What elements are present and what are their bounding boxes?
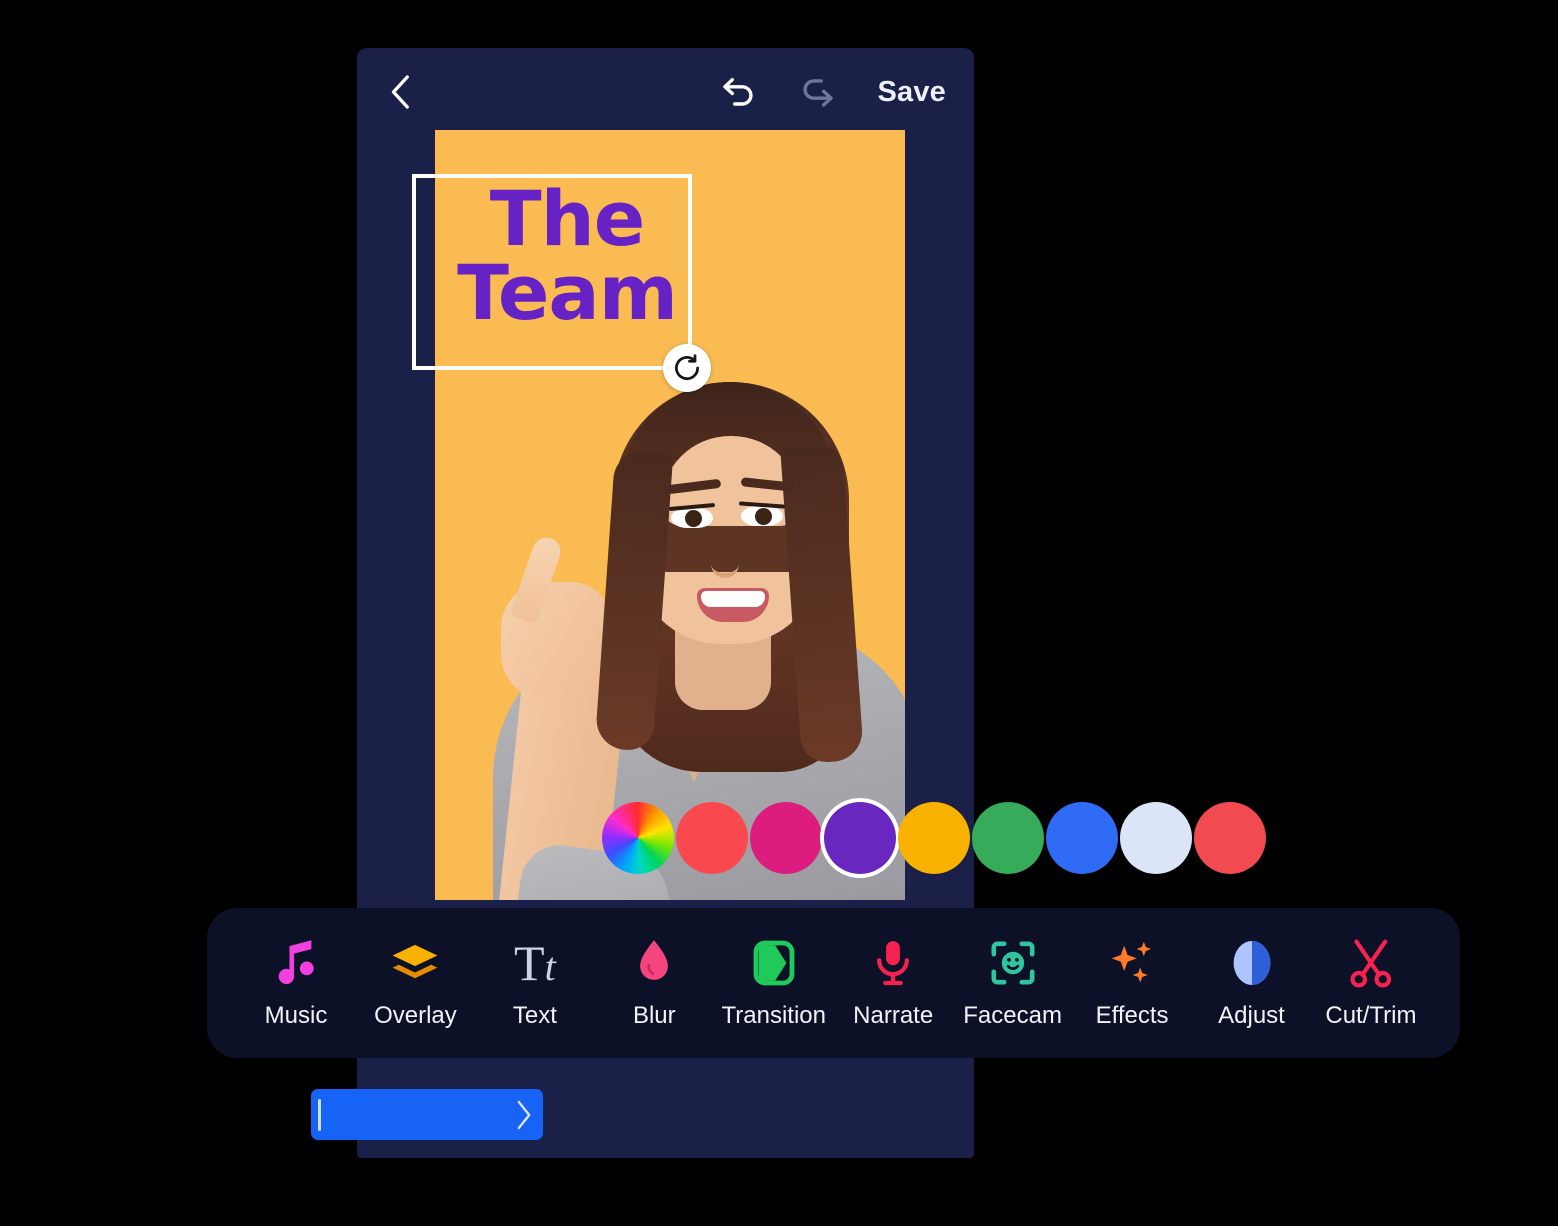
mouth-shape [697, 588, 769, 622]
redo-icon[interactable] [793, 69, 839, 115]
pupil-left-shape [685, 510, 702, 527]
swatch-amber[interactable] [898, 802, 970, 874]
swatch-magenta[interactable] [750, 802, 822, 874]
color-swatch-strip [602, 802, 1266, 874]
tool-label: Overlay [374, 1002, 457, 1029]
undo-icon[interactable] [717, 69, 763, 115]
layers-icon [388, 936, 442, 990]
tool-transition[interactable]: Transition [715, 923, 833, 1043]
tool-facecam[interactable]: Facecam [954, 923, 1072, 1043]
overlay-text[interactable]: The Team [452, 180, 682, 331]
swatch-blue[interactable] [1046, 802, 1118, 874]
music-note-icon [272, 936, 320, 990]
chevron-left-icon[interactable] [379, 70, 423, 114]
tool-label: Cut/Trim [1325, 1002, 1417, 1029]
scissors-icon [1348, 936, 1394, 990]
top-bar-actions: Save [717, 66, 952, 118]
swatch-red[interactable] [1194, 802, 1266, 874]
swatch-coral-red[interactable] [676, 802, 748, 874]
rotate-icon[interactable] [663, 344, 711, 392]
tool-label: Adjust [1218, 1002, 1285, 1029]
droplet-icon [634, 936, 674, 990]
tool-effects[interactable]: Effects [1073, 923, 1191, 1043]
timeline-clip[interactable] [311, 1089, 543, 1140]
save-button[interactable]: Save [869, 74, 952, 111]
tool-label: Blur [632, 1002, 676, 1029]
teeth-shape [701, 591, 765, 607]
tool-label: Facecam [963, 1002, 1062, 1029]
tool-label: Text [512, 1002, 557, 1029]
tool-adjust[interactable]: Adjust [1193, 923, 1311, 1043]
tool-label: Effects [1095, 1002, 1169, 1029]
tool-blur[interactable]: Blur [595, 923, 713, 1043]
tool-cut-trim[interactable]: Cut/Trim [1312, 923, 1430, 1043]
app-root: The Team Save Music Overlay Tt Text Blur… [0, 0, 1558, 1226]
face-frame-icon [989, 936, 1037, 990]
editor-toolbar: Music Overlay Tt Text Blur Transition Na… [207, 908, 1460, 1058]
contrast-icon [1230, 936, 1274, 990]
tool-overlay[interactable]: Overlay [356, 923, 474, 1043]
chevron-right-icon[interactable] [513, 1098, 535, 1132]
pupil-right-shape [755, 508, 772, 525]
nose-shape [711, 534, 739, 578]
tool-label: Narrate [853, 1002, 934, 1029]
text-tt-icon: Tt [514, 935, 556, 991]
swatch-ice-white[interactable] [1120, 802, 1192, 874]
top-bar: Save [357, 48, 974, 130]
microphone-icon [873, 936, 913, 990]
transition-icon [752, 936, 796, 990]
sparkles-icon [1107, 936, 1157, 990]
tool-text[interactable]: Tt Text [476, 923, 594, 1043]
playhead-icon[interactable] [318, 1098, 321, 1131]
swatch-color-wheel[interactable] [602, 802, 674, 874]
tool-music[interactable]: Music [237, 923, 355, 1043]
swatch-green[interactable] [972, 802, 1044, 874]
tool-label: Transition [721, 1002, 826, 1029]
swatch-purple[interactable] [824, 802, 896, 874]
tool-narrate[interactable]: Narrate [834, 923, 952, 1043]
tool-label: Music [264, 1002, 328, 1029]
